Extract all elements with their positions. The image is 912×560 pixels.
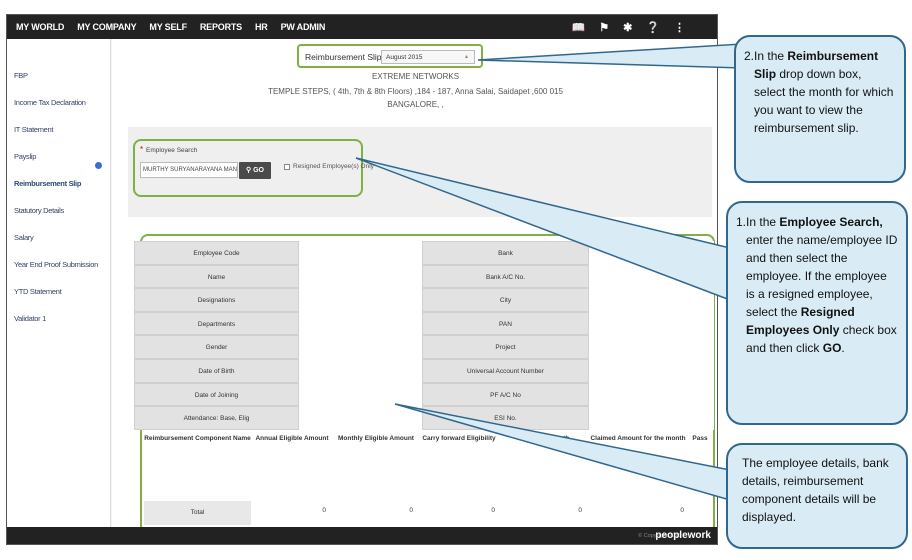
detail-value-left (299, 382, 422, 407)
sidebar-item-income-tax[interactable]: Income Tax Declaration (14, 98, 86, 107)
footer: © Copyright 2015 peoplework (7, 527, 717, 544)
detail-label-right: Universal Account Number (422, 359, 589, 383)
detail-label-left: Name (134, 264, 299, 289)
star-icon[interactable]: ✱ (623, 21, 632, 34)
sidebar-item-ytd[interactable]: YTD Statement (14, 287, 62, 296)
nav-hr[interactable]: HR (255, 22, 268, 32)
employee-search-label: Employee Search (146, 147, 198, 154)
detail-value-left (299, 264, 422, 289)
callout-step-2: 2. In the Reimbursement Slip drop down b… (734, 35, 906, 183)
detail-value-left (299, 311, 422, 336)
nav-my-world[interactable]: MY WORLD (16, 22, 64, 32)
column-header: Previous Month (520, 435, 570, 442)
detail-value-right (589, 264, 714, 289)
total-value: 0 (491, 507, 495, 514)
nav-pw-admin[interactable]: PW ADMIN (281, 22, 326, 32)
detail-value-left (299, 359, 422, 383)
detail-value-left (299, 241, 422, 265)
callout-2-number: 2. (744, 49, 755, 63)
total-value: 0 (322, 507, 326, 514)
callout-1-text-a: In the (746, 215, 780, 229)
detail-value-right (589, 382, 714, 407)
sidebar: FBP Income Tax Declaration IT Statement … (7, 39, 111, 544)
callout-1-number: 1. (736, 215, 747, 229)
column-header: Monthly Eligible Amount (338, 435, 414, 442)
resigned-checkbox-label: Resigned Employee(s) Only (293, 163, 374, 170)
detail-value-left (299, 288, 422, 312)
employee-search-input[interactable]: MURTHY SURYANARAYANA MAN (140, 162, 238, 178)
company-name: EXTREME NETWORKS (371, 72, 460, 81)
total-label: Total (144, 501, 251, 525)
reimbursement-slip-box: Reimbursement Slip August 2015 (297, 44, 483, 68)
detail-label-left: Attendance: Base, Elig (134, 406, 299, 430)
detail-label-left: Employee Code (134, 241, 299, 265)
sidebar-item-year-end-proof[interactable]: Year End Proof Submission (14, 260, 98, 269)
detail-value-right (589, 241, 714, 265)
callout-2-text-a: In the (754, 49, 788, 63)
nav-icon-group: 📖 ⚑ ✱ ❔ ⋮ (572, 15, 718, 39)
sidebar-item-salary[interactable]: Salary (14, 233, 34, 242)
help-icon[interactable]: ❔ (646, 21, 660, 34)
detail-label-left: Date of Birth (134, 359, 299, 383)
detail-label-right: Bank (422, 241, 589, 265)
app-window: MY WORLD MY COMPANY MY SELF REPORTS HR P… (6, 14, 718, 545)
brand-logo: peoplework (655, 530, 711, 541)
callout-1-text-d: . (841, 341, 845, 355)
detail-value-right (589, 359, 714, 383)
detail-label-left: Designations (134, 288, 299, 312)
top-nav: MY WORLD MY COMPANY MY SELF REPORTS HR P… (7, 15, 718, 39)
column-header: Carry forward Eligibility (422, 435, 496, 442)
flag-icon[interactable]: ⚑ (599, 21, 609, 34)
sidebar-item-fbp[interactable]: FBP (14, 71, 28, 80)
detail-value-left (299, 335, 422, 359)
reimbursement-slip-label: Reimbursement Slip (305, 52, 382, 62)
share-icon[interactable]: ⋮ (674, 21, 685, 34)
column-header: Claimed Amount for the month (590, 435, 686, 442)
sidebar-item-it-statement[interactable]: IT Statement (14, 125, 54, 134)
detail-value-right (589, 335, 714, 359)
total-value: 0 (578, 507, 582, 514)
required-marker: * (140, 145, 144, 154)
sidebar-item-reimbursement-slip[interactable]: Reimbursement Slip (14, 179, 81, 188)
active-indicator-icon (95, 162, 102, 169)
month-select[interactable]: August 2015 (381, 50, 475, 64)
detail-value-right (589, 406, 714, 430)
callout-1-bold-c: GO (822, 341, 842, 355)
detail-label-left: Date of Joining (134, 382, 299, 407)
sidebar-item-statutory[interactable]: Statutory Details (14, 206, 64, 215)
sidebar-item-payslip[interactable]: Payslip (14, 152, 36, 161)
detail-value-right (589, 288, 714, 312)
callout-1-bold-a: Employee Search, (779, 215, 883, 229)
total-value: 0 (680, 507, 684, 514)
column-header: Pass (692, 435, 708, 442)
nav-my-self[interactable]: MY SELF (149, 22, 187, 32)
detail-label-left: Departments (134, 311, 299, 336)
detail-label-right: Bank A/C No. (422, 264, 589, 289)
detail-label-left: Gender (134, 335, 299, 359)
go-label: GO (253, 167, 264, 174)
company-address: TEMPLE STEPS, ( 4th, 7th & 8th Floors) ,… (268, 87, 563, 96)
resigned-checkbox[interactable] (284, 164, 290, 170)
callout-3-text: The employee details, bank details, reim… (742, 456, 889, 524)
search-icon: ⚲ (246, 167, 252, 174)
book-icon[interactable]: 📖 (572, 21, 586, 34)
total-value: 0 (409, 507, 413, 514)
nav-reports[interactable]: REPORTS (200, 22, 242, 32)
company-city: BANGALORE, , (387, 100, 444, 109)
callout-step-3: The employee details, bank details, reim… (726, 443, 908, 549)
sidebar-item-validator[interactable]: Validator 1 (14, 314, 46, 323)
detail-label-right: PAN (422, 311, 589, 336)
nav-my-company[interactable]: MY COMPANY (77, 22, 136, 32)
detail-label-right: ESI No. (422, 406, 589, 430)
detail-value-left (299, 406, 422, 430)
go-button[interactable]: ⚲ GO (239, 162, 271, 179)
main-content: Reimbursement Slip August 2015 EXTREME N… (112, 39, 717, 544)
detail-label-right: PF A/C No (422, 382, 589, 407)
column-header: Annual Eligible Amount (255, 435, 329, 442)
detail-label-right: Project (422, 335, 589, 359)
detail-label-right: City (422, 288, 589, 312)
detail-value-right (589, 311, 714, 336)
column-header: Reimbursement Component Name (144, 435, 251, 442)
callout-step-1: 1. In the Employee Search, enter the nam… (726, 201, 908, 425)
